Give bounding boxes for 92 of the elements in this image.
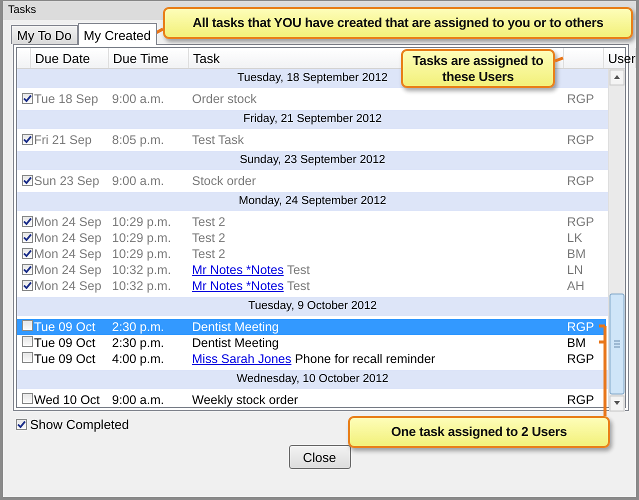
due-date-cell: Tue 09 Oct — [34, 335, 96, 351]
user-cell: LN — [567, 262, 583, 278]
due-time-cell: 10:29 p.m. — [112, 230, 172, 246]
callout: Tasks are assigned to these Users — [401, 49, 555, 88]
checkbox[interactable] — [22, 175, 33, 186]
checkbox[interactable] — [22, 232, 33, 243]
due-date-cell: Mon 24 Sep — [34, 278, 102, 294]
due-date-cell: Mon 24 Sep — [34, 262, 102, 278]
callout: One task assigned to 2 Users — [348, 416, 610, 448]
callout: All tasks that YOU have created that are assigned to you or to others — [163, 7, 633, 39]
checkbox[interactable] — [22, 393, 33, 404]
user-cell: AH — [567, 278, 584, 294]
due-date-cell: Wed 10 Oct — [34, 392, 100, 407]
group-heading: Wednesday, 10 October 2012 — [17, 370, 608, 389]
column-header[interactable]: Due Time — [109, 48, 189, 68]
user-cell: RGP — [567, 173, 594, 189]
task-cell: Order stock — [192, 92, 257, 106]
user-cell: LK — [567, 230, 582, 246]
checkbox[interactable] — [22, 248, 33, 259]
due-time-cell: 4:00 p.m. — [112, 351, 164, 367]
tab[interactable]: My Created — [78, 23, 157, 45]
due-date-cell: Tue 18 Sep — [34, 91, 98, 107]
due-time-cell: 2:30 p.m. — [112, 319, 164, 335]
user-cell: RGP — [567, 214, 594, 230]
checkbox[interactable] — [22, 93, 33, 104]
task-cell: Test 2 — [192, 215, 226, 229]
table-row[interactable]: Mon 24 Sep 10:32 p.m. Mr Notes *Notes Test AH — [17, 278, 606, 294]
task-cell: Phone for recall reminder — [294, 352, 436, 366]
group-heading: Tuesday, 9 October 2012 — [17, 297, 608, 316]
due-date-cell: Sun 23 Sep — [34, 173, 100, 189]
checkbox[interactable] — [22, 134, 33, 145]
table-row[interactable]: Tue 09 Oct 4:00 p.m. Miss Sarah Jones Phone for recall reminder RGP — [17, 351, 606, 367]
due-time-cell: 9:00 a.m. — [112, 173, 164, 189]
user-cell: RGP — [567, 319, 594, 335]
table-row[interactable]: Mon 24 Sep 10:29 p.m. Test 2 RGP — [17, 214, 606, 230]
task-cell: Weekly stock order — [192, 393, 298, 407]
group-heading: Friday, 21 September 2012 — [17, 110, 608, 129]
due-date-cell: Fri 21 Sep — [34, 132, 92, 148]
task-cell: Dentist Meeting — [192, 336, 279, 350]
due-time-cell: 9:00 a.m. — [112, 392, 164, 407]
user-cell: RGP — [567, 132, 594, 148]
task-cell: Test — [286, 263, 310, 277]
contact-link[interactable]: Miss Sarah Jones — [192, 352, 292, 366]
due-time-cell: 8:05 p.m. — [112, 132, 164, 148]
due-time-cell: 9:00 a.m. — [112, 91, 164, 107]
checkbox[interactable] — [22, 280, 33, 291]
checkbox[interactable] — [22, 216, 33, 227]
due-time-cell: 10:29 p.m. — [112, 246, 172, 262]
table-row[interactable]: Mon 24 Sep 10:29 p.m. Test 2 LK — [17, 230, 606, 246]
due-time-cell: 10:29 p.m. — [112, 214, 172, 230]
table-row[interactable]: Wed 10 Oct 9:00 a.m. Weekly stock order RGP — [17, 392, 606, 407]
task-cell: Test 2 — [192, 247, 226, 261]
task-cell: Dentist Meeting — [192, 320, 279, 334]
checkbox-label: Show Completed — [30, 417, 129, 432]
user-cell: BM — [567, 246, 586, 262]
column-header[interactable]: Due Date — [31, 48, 109, 68]
table-row[interactable]: Tue 09 Oct 2:30 p.m. Dentist Meeting BM — [17, 335, 606, 351]
task-cell: Test — [286, 279, 310, 293]
close-button[interactable]: Close — [288, 445, 350, 469]
table-row[interactable]: Fri 21 Sep 8:05 p.m. Test Task RGP — [17, 132, 606, 148]
due-date-cell: Mon 24 Sep — [34, 214, 102, 230]
group-heading: Sunday, 23 September 2012 — [17, 151, 608, 170]
task-cell: Test 2 — [192, 231, 226, 245]
task-cell: Stock order — [192, 174, 256, 188]
table-row[interactable]: Tue 18 Sep 9:00 a.m. Order stock RGP — [17, 91, 606, 107]
checkbox[interactable] — [22, 320, 33, 331]
contact-link[interactable]: Mr Notes *Notes — [192, 279, 284, 293]
user-cell: BM — [567, 335, 586, 351]
contact-link[interactable]: Mr Notes *Notes — [192, 263, 284, 277]
due-time-cell: 2:30 p.m. — [112, 335, 164, 351]
user-cell: RGP — [567, 392, 594, 407]
tab[interactable]: My To Do — [11, 25, 78, 44]
user-cell: RGP — [567, 91, 594, 107]
table-row[interactable]: Sun 23 Sep 9:00 a.m. Stock order RGP — [17, 173, 606, 189]
task-cell: Test Task — [192, 133, 244, 147]
due-date-cell: Tue 09 Oct — [34, 351, 96, 367]
leader-line — [554, 56, 564, 62]
table-row[interactable]: Mon 24 Sep 10:32 p.m. Mr Notes *Notes Test LN — [17, 262, 606, 278]
due-date-cell: Mon 24 Sep — [34, 246, 102, 262]
due-date-cell: Tue 09 Oct — [34, 319, 96, 335]
due-date-cell: Mon 24 Sep — [34, 230, 102, 246]
checkbox[interactable] — [16, 419, 27, 430]
checkbox[interactable] — [22, 264, 33, 275]
due-time-cell: 10:32 p.m. — [112, 262, 172, 278]
scrollbar-drawing[interactable] — [609, 69, 625, 412]
checkbox[interactable] — [22, 336, 33, 347]
table-row[interactable]: Mon 24 Sep 10:29 p.m. Test 2 BM — [17, 246, 606, 262]
user-cell: RGP — [567, 351, 594, 367]
column-header[interactable]: User — [604, 48, 636, 68]
group-heading: Monday, 24 September 2012 — [17, 192, 608, 211]
checkbox[interactable] — [22, 352, 33, 363]
due-time-cell: 10:32 p.m. — [112, 278, 172, 294]
